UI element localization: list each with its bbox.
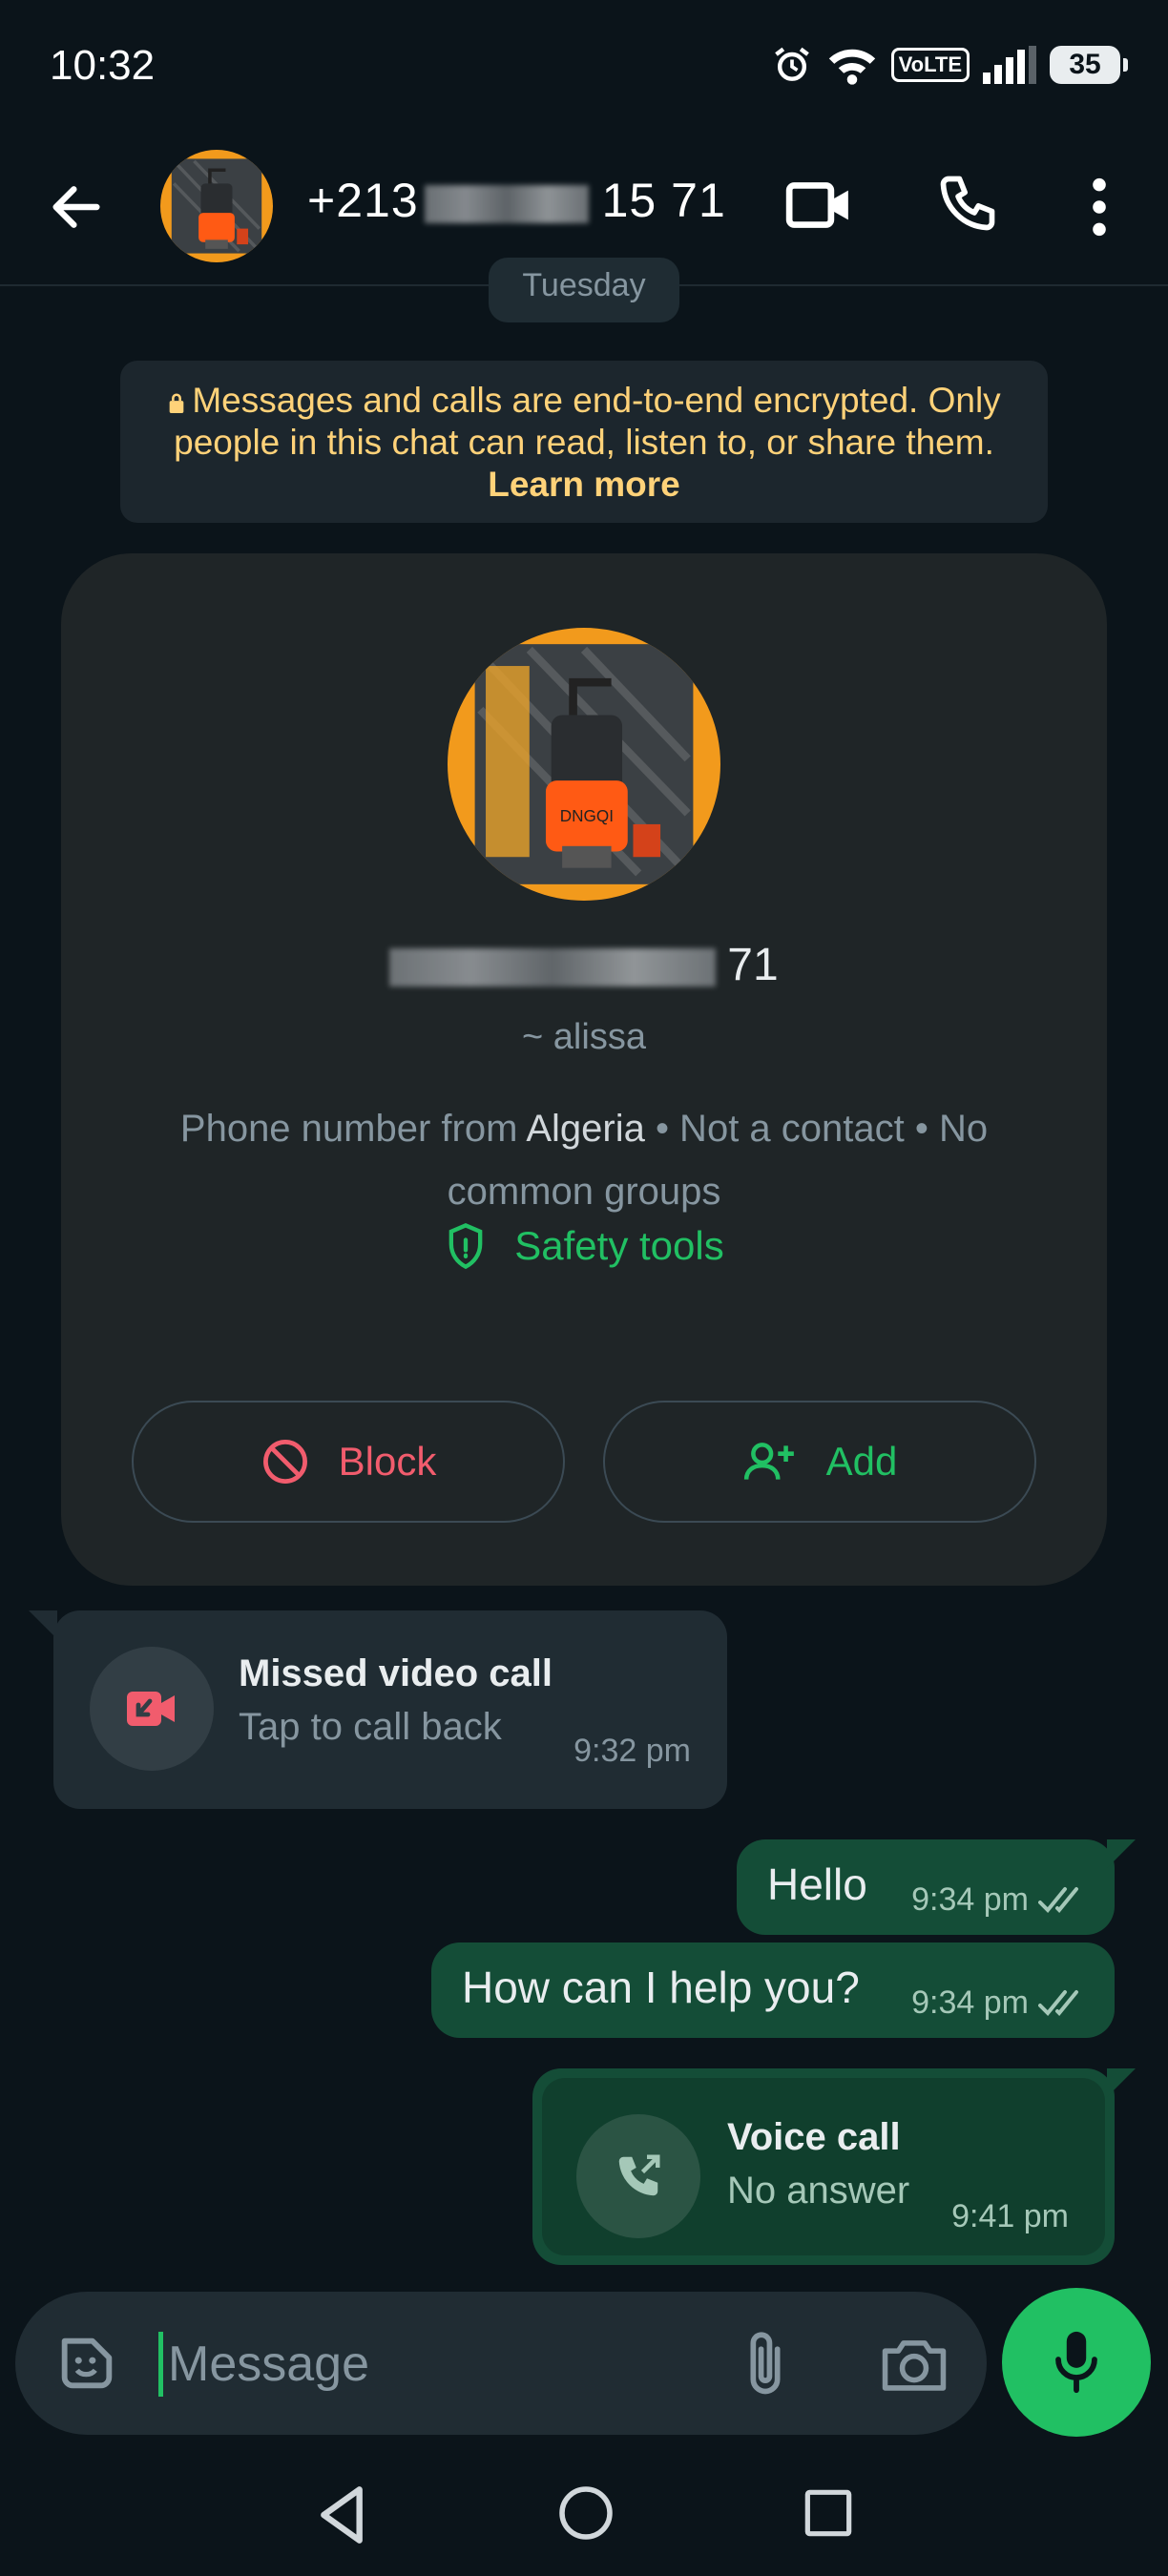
lock-icon <box>169 393 184 413</box>
encryption-notice[interactable]: Messages and calls are end-to-end encryp… <box>120 361 1048 523</box>
pump-image <box>160 150 273 262</box>
missed-video-call-icon <box>90 1647 214 1771</box>
status-icons: VoLTE 35 <box>771 42 1128 88</box>
info-country: Algeria <box>526 1108 645 1150</box>
camera-icon[interactable] <box>880 2332 949 2397</box>
message-composer <box>15 2292 987 2435</box>
voice-call-subtitle: No answer <box>727 2170 910 2212</box>
message-time: 9:32 pm <box>574 1733 691 1769</box>
attach-icon[interactable] <box>737 2328 794 2400</box>
number-suffix: 71 <box>727 940 779 990</box>
block-icon <box>262 1440 307 1484</box>
missed-call-title: Missed video call <box>239 1652 553 1694</box>
system-nav-bar <box>0 2452 1168 2576</box>
outgoing-message[interactable]: Hello 9:34 pm <box>737 1839 1136 1935</box>
volte-badge: VoLTE <box>890 48 970 82</box>
status-time: 10:32 <box>50 42 156 89</box>
block-button[interactable]: Block <box>132 1401 565 1523</box>
nav-home-icon[interactable] <box>557 2484 615 2542</box>
video-call-icon[interactable] <box>784 175 853 236</box>
bubble-tail <box>1107 2068 1136 2097</box>
outgoing-message[interactable]: How can I help you? 9:34 pm <box>431 1942 1115 2038</box>
double-check-icon <box>1038 1989 1078 2016</box>
add-person-icon <box>743 1443 794 1480</box>
nav-back-icon[interactable] <box>315 2484 368 2545</box>
contact-info: Phone number from Algeria • Not a contac… <box>156 1097 1012 1223</box>
mic-icon <box>1055 2331 1097 2394</box>
title-suffix: 15 71 <box>601 174 726 227</box>
safety-tools-label: Safety tools <box>514 1223 724 1268</box>
safety-tools-link[interactable]: Safety tools <box>61 1221 1107 1271</box>
bubble-tail <box>1107 1839 1136 1868</box>
voice-call-title: Voice call <box>727 2116 901 2158</box>
redacted-number <box>424 184 589 223</box>
learn-more-link[interactable]: Learn more <box>488 465 680 504</box>
battery-indicator: 35 <box>1050 46 1128 84</box>
missed-video-call-bubble[interactable]: Missed video call Tap to call back 9:32 … <box>29 1610 727 1809</box>
missed-call-subtitle: Tap to call back <box>239 1706 502 1748</box>
contact-number: 71 <box>61 939 1107 991</box>
message-time: 9:34 pm <box>911 1881 1029 1918</box>
avatar[interactable] <box>160 150 273 262</box>
add-contact-button[interactable]: Add <box>603 1401 1036 1523</box>
chat-title[interactable]: +213 15 71 <box>307 173 726 228</box>
message-time: 9:34 pm <box>911 1984 1029 2021</box>
message-meta: 9:34 pm <box>911 1984 1088 2022</box>
sticker-icon[interactable] <box>53 2330 120 2397</box>
redacted-number <box>389 948 717 987</box>
add-label: Add <box>825 1439 898 1484</box>
nav-recents-icon[interactable] <box>803 2488 853 2538</box>
encryption-text: Messages and calls are end-to-end encryp… <box>174 381 1001 462</box>
back-arrow-icon[interactable] <box>46 177 107 238</box>
outgoing-call-icon <box>576 2114 700 2238</box>
message-input[interactable] <box>168 2326 702 2402</box>
block-label: Block <box>338 1439 437 1484</box>
contact-avatar[interactable]: DNGQI <box>448 628 720 901</box>
message-text: How can I help you? <box>462 1963 860 2012</box>
info-prefix: Phone number from <box>179 1108 527 1150</box>
double-check-icon <box>1038 1886 1078 1913</box>
text-caret <box>158 2332 163 2397</box>
wifi-icon <box>828 49 875 85</box>
contact-name: ~ alissa <box>522 1017 646 1057</box>
voice-record-button[interactable] <box>1002 2288 1151 2437</box>
alarm-icon <box>774 47 809 81</box>
shield-icon <box>448 1222 483 1270</box>
message-time: 9:41 pm <box>951 2198 1069 2234</box>
voice-call-bubble[interactable]: Voice call No answer 9:41 pm <box>532 2068 1136 2265</box>
message-text: Hello <box>767 1859 867 1909</box>
pump-image: DNGQI <box>448 628 720 901</box>
phone-icon[interactable] <box>935 171 1000 236</box>
message-meta: 9:34 pm <box>911 1881 1088 1919</box>
svg-text:DNGQI: DNGQI <box>560 806 614 825</box>
date-chip: Tuesday <box>489 258 679 322</box>
contact-card: DNGQI 71 ~ alissa Phone number from Alge… <box>61 553 1107 1586</box>
signal-icon <box>983 46 1036 84</box>
voice-call-card: Voice call No answer 9:41 pm <box>542 2078 1105 2255</box>
title-prefix: +213 <box>307 174 419 227</box>
more-vert-icon[interactable] <box>1082 175 1116 239</box>
status-bar: 10:32 VoLTE 35 <box>0 0 1168 138</box>
